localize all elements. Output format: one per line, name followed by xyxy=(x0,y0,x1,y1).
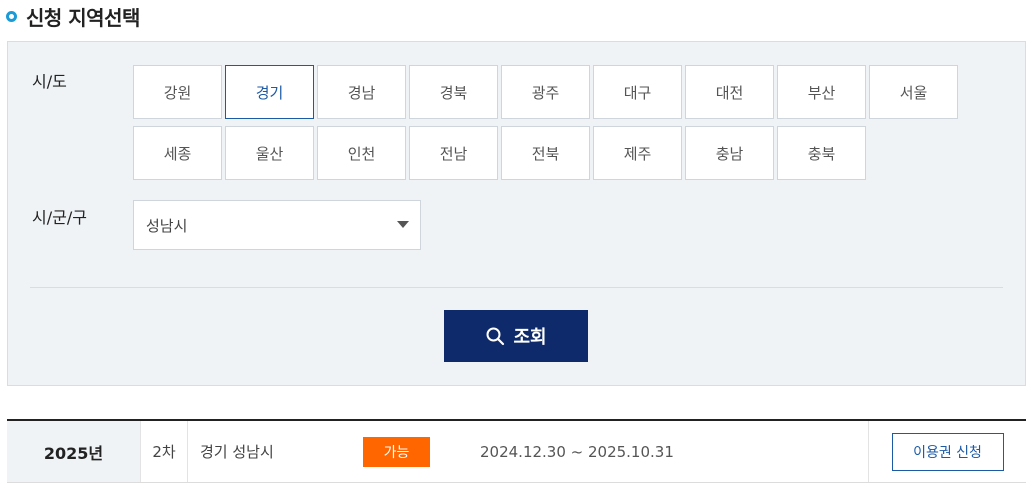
status-cell: 가능 xyxy=(363,436,480,467)
region-button[interactable]: 울산 xyxy=(225,126,314,180)
region-cell: 경기 성남시 xyxy=(200,443,274,461)
region-button[interactable]: 서울 xyxy=(869,65,958,119)
apply-voucher-button[interactable]: 이용권 신청 xyxy=(891,432,1004,471)
section-title: 신청 지역선택 xyxy=(26,5,140,30)
period-cell: 2024.12.30 ~ 2025.10.31 xyxy=(480,442,674,461)
year-cell: 2025년 xyxy=(7,421,140,482)
search-button-label: 조회 xyxy=(513,327,547,348)
region-button[interactable]: 경북 xyxy=(409,65,498,119)
region-button[interactable]: 전북 xyxy=(501,126,590,180)
action-cell: 이용권 신청 xyxy=(868,421,1026,482)
region-button[interactable]: 광주 xyxy=(501,65,590,119)
divider xyxy=(30,287,1003,288)
region-button[interactable]: 충북 xyxy=(777,126,866,180)
region-button[interactable]: 세종 xyxy=(133,126,222,180)
region-button[interactable]: 경남 xyxy=(317,65,406,119)
sigungu-select-value: 성남시 xyxy=(146,216,188,235)
region-button[interactable]: 제주 xyxy=(593,126,682,180)
region-button[interactable]: 경기 xyxy=(225,65,314,119)
region-filter-panel: 시/도 강원 경기 경남 경북 광주 대구 대전 부산 서울세종 울산 인천 전남 전북 제주 충남 충북 시… xyxy=(7,41,1026,386)
region-button[interactable]: 대전 xyxy=(685,65,774,119)
region-button[interactable]: 인천 xyxy=(317,126,406,180)
status-badge: 가능 xyxy=(363,436,430,467)
region-button[interactable]: 부산 xyxy=(777,65,866,119)
search-button[interactable]: 조회 xyxy=(444,310,588,362)
region-button[interactable]: 대구 xyxy=(593,65,682,119)
region-button[interactable]: 강원 xyxy=(133,65,222,119)
sido-label: 시/도 xyxy=(32,72,67,91)
sigungu-select[interactable]: 성남시 xyxy=(133,200,421,250)
search-icon xyxy=(486,327,505,346)
chevron-down-icon xyxy=(397,221,409,228)
bullet-circle-icon xyxy=(6,10,17,22)
section-header: 신청 지역선택 xyxy=(6,2,140,30)
result-row: 2025년 2차 경기 성남시 가능 2024.12.30 ~ 2025.10.… xyxy=(7,419,1026,483)
region-button[interactable]: 전남 xyxy=(409,126,498,180)
round-cell: 2차 xyxy=(140,421,188,482)
region-button[interactable]: 충남 xyxy=(685,126,774,180)
sigungu-label: 시/군/구 xyxy=(32,208,87,227)
